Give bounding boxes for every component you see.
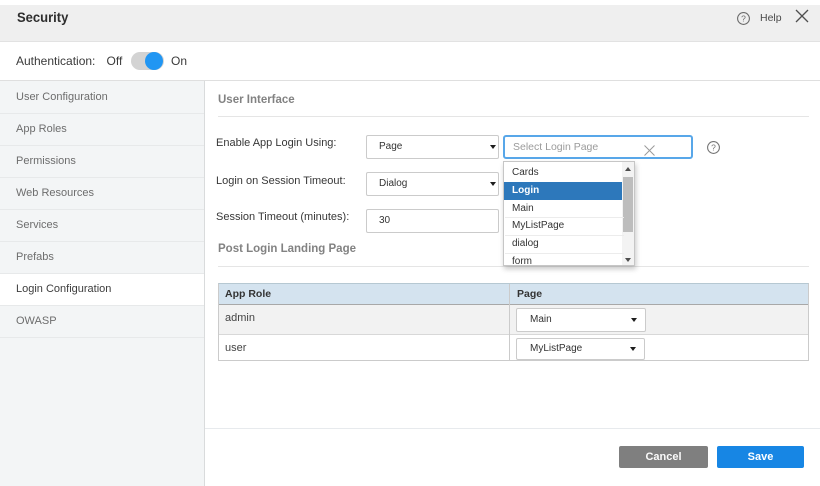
svg-text:?: ?: [711, 143, 716, 153]
svg-text:?: ?: [741, 14, 746, 24]
